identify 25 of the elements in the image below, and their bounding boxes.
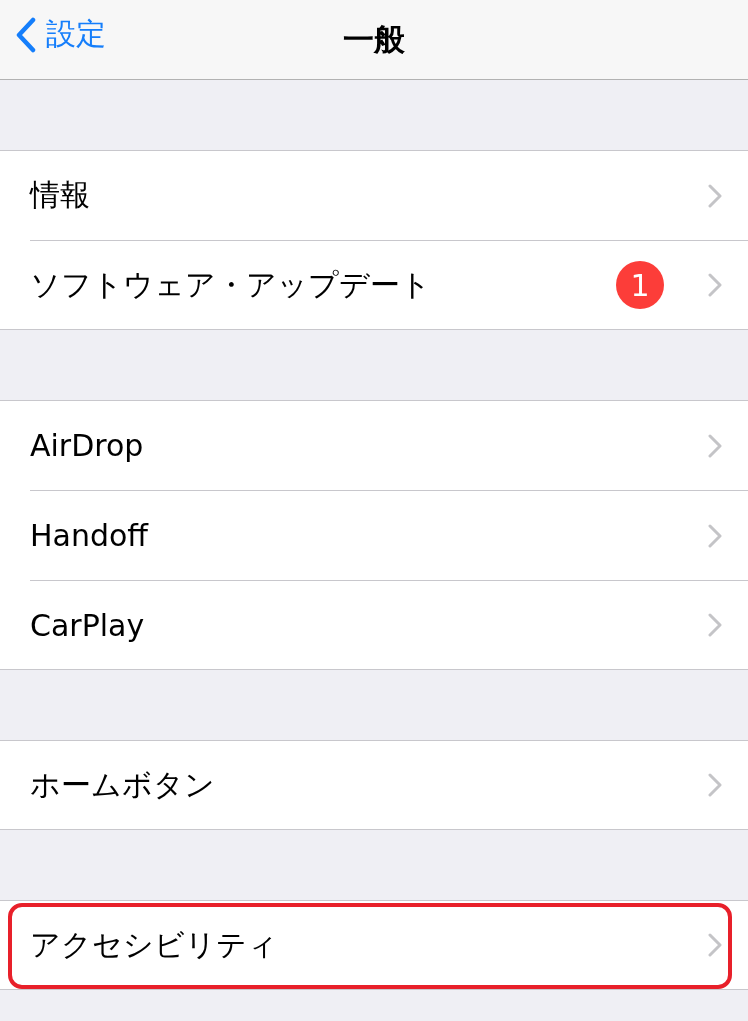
row-label: ソフトウェア・アップデート xyxy=(30,265,432,304)
settings-row[interactable]: ホームボタン xyxy=(30,741,748,829)
row-label: 情報 xyxy=(30,176,91,214)
settings-row[interactable]: アクセシビリティ xyxy=(30,901,748,989)
row-label: アクセシビリティ xyxy=(30,925,279,964)
notification-badge: 1 xyxy=(616,261,664,309)
back-button[interactable]: 設定 xyxy=(16,14,106,55)
row-label: Handoff xyxy=(30,518,150,553)
chevron-right-icon xyxy=(708,433,722,458)
screen-title: 一般 xyxy=(343,19,405,59)
chevron-left-icon xyxy=(16,16,36,53)
row-label: CarPlay xyxy=(30,607,146,643)
chevron-right-icon xyxy=(708,613,722,637)
chevron-right-icon xyxy=(708,273,722,297)
row-label: AirDrop xyxy=(30,428,145,463)
row-label: ホームボタン xyxy=(30,765,216,804)
settings-row[interactable]: 情報 xyxy=(30,151,748,241)
chevron-right-icon xyxy=(708,183,722,208)
chevron-right-icon xyxy=(708,773,722,797)
chevron-right-icon xyxy=(708,933,722,957)
settings-row[interactable]: AirDrop xyxy=(30,401,748,491)
chevron-right-icon xyxy=(708,523,722,548)
settings-row[interactable]: ソフトウェア・アップデート 1 xyxy=(30,241,748,329)
settings-row[interactable]: Handoff xyxy=(30,491,748,581)
settings-row[interactable]: CarPlay xyxy=(30,581,748,669)
